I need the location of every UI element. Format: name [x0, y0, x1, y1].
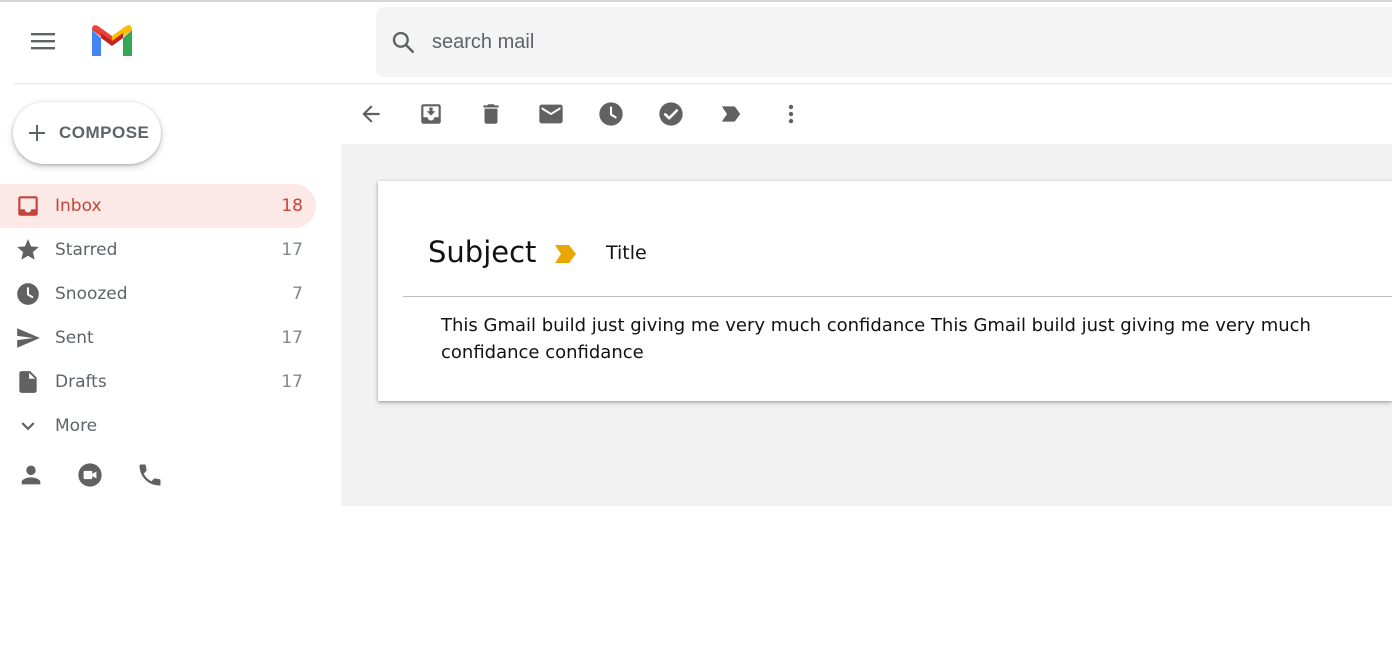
sidebar-item-snoozed[interactable]: Snoozed 7 — [0, 272, 316, 316]
gmail-logo-icon — [92, 25, 132, 56]
sidebar-item-more[interactable]: More — [0, 404, 316, 448]
important-label-icon[interactable] — [554, 244, 578, 264]
message-toolbar — [341, 84, 1392, 144]
sidebar-nav: Inbox 18 Starred 17 Snoozed 7 Sent 17 Dr… — [0, 184, 316, 448]
sidebar-item-label: Starred — [55, 240, 118, 260]
email-card: Subject Title This Gmail build just givi… — [378, 181, 1392, 401]
email-subject: Subject — [428, 235, 537, 269]
email-body: This Gmail build just giving me very muc… — [441, 315, 1311, 363]
sidebar-item-starred[interactable]: Starred 17 — [0, 228, 316, 272]
main-menu-button[interactable] — [26, 24, 60, 58]
plus-icon — [27, 123, 47, 143]
search-bar — [376, 7, 1392, 77]
sidebar-item-count: 18 — [281, 196, 303, 216]
star-icon — [14, 236, 42, 264]
sidebar-item-label: Snoozed — [55, 284, 128, 304]
sidebar-item-inbox[interactable]: Inbox 18 — [0, 184, 316, 228]
clock-icon — [14, 280, 42, 308]
hamburger-menu-icon — [31, 33, 55, 50]
sidebar-item-label: Sent — [55, 328, 94, 348]
archive-icon[interactable] — [415, 98, 447, 130]
draft-icon — [14, 368, 42, 396]
sidebar-item-drafts[interactable]: Drafts 17 — [0, 360, 316, 404]
compose-button[interactable]: COMPOSE — [13, 102, 161, 164]
label-icon[interactable] — [715, 98, 747, 130]
sidebar-item-label: Drafts — [55, 372, 107, 392]
person-icon[interactable] — [16, 460, 46, 490]
send-icon — [14, 324, 42, 352]
sidebar-item-sent[interactable]: Sent 17 — [0, 316, 316, 360]
snooze-clock-icon[interactable] — [595, 98, 627, 130]
sidebar-item-count: 17 — [281, 372, 303, 392]
search-input[interactable] — [430, 22, 1330, 62]
card-divider — [403, 296, 1392, 297]
sidebar-item-label: Inbox — [55, 196, 102, 216]
more-vert-icon[interactable] — [775, 98, 807, 130]
search-icon[interactable] — [390, 29, 416, 55]
inbox-icon — [14, 192, 42, 220]
sidebar-item-count: 7 — [292, 284, 303, 304]
sidebar-item-count: 17 — [281, 328, 303, 348]
phone-icon[interactable] — [135, 460, 165, 490]
mail-icon[interactable] — [535, 98, 567, 130]
check-circle-icon[interactable] — [655, 98, 687, 130]
chevron-down-icon — [14, 412, 42, 440]
compose-label: COMPOSE — [59, 123, 150, 142]
gmail-logo[interactable] — [90, 22, 134, 60]
sidebar-item-count: 17 — [281, 240, 303, 260]
header — [0, 2, 1392, 84]
sidebar-item-label: More — [55, 416, 98, 436]
email-title: Title — [606, 242, 647, 264]
video-icon[interactable] — [75, 460, 105, 490]
back-arrow-icon[interactable] — [355, 98, 387, 130]
trash-icon[interactable] — [475, 98, 507, 130]
sidebar-bottom-icons — [16, 460, 176, 494]
